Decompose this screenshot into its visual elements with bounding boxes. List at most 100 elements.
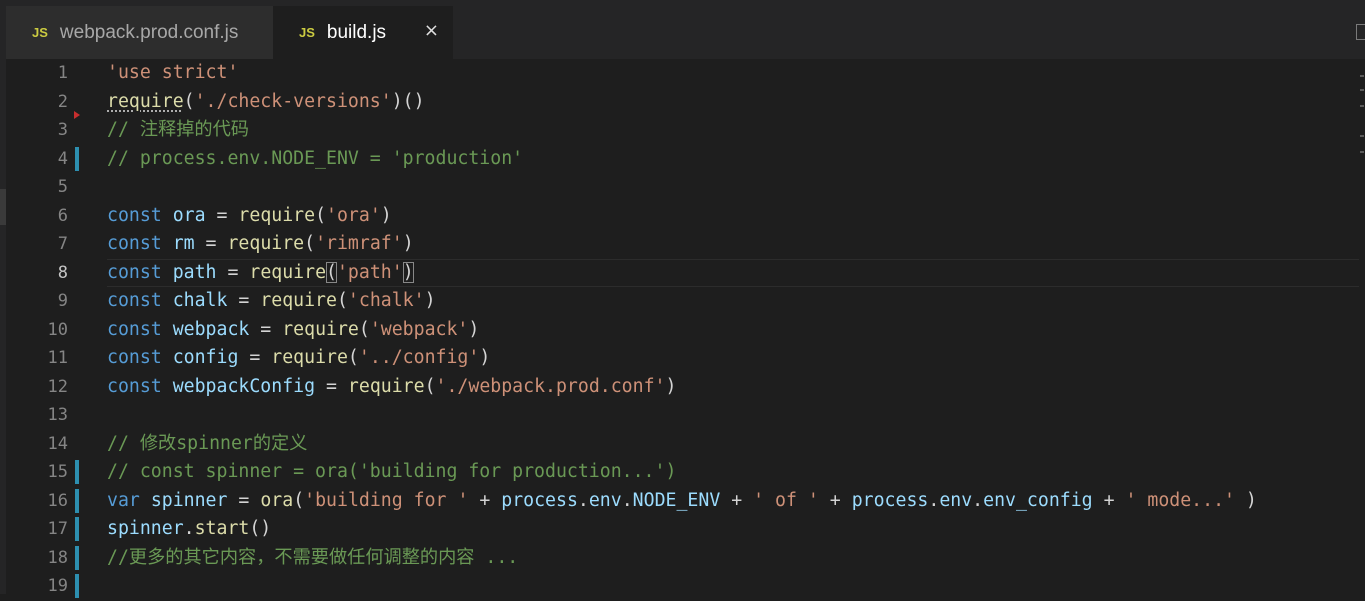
code-editor[interactable]: 1 2 3 4 5 6 7 8 9 10 11 12 13 14 15 16 17 18 19 'use stric…	[0, 59, 1365, 598]
code-line[interactable]	[107, 173, 1359, 202]
code-line[interactable]	[107, 572, 1359, 601]
tab-label: webpack.prod.conf.js	[59, 21, 239, 43]
code-line[interactable]: const config = require('../config')	[107, 344, 1359, 373]
gutter-line: 11	[6, 344, 96, 373]
code-token: )	[424, 290, 436, 311]
line-number: 6	[57, 205, 68, 226]
code-token: (	[358, 318, 370, 340]
code-token: './webpack.prod.conf'	[435, 375, 666, 397]
code-token: (	[293, 489, 305, 511]
code-line[interactable]: const webpack = require('webpack')	[107, 316, 1359, 345]
code-line[interactable]: spinner.start()	[107, 515, 1359, 544]
code-line[interactable]: const chalk = require('chalk')	[107, 287, 1359, 316]
code-token: 'webpack'	[369, 318, 469, 340]
code-line[interactable]: const ora = require('ora')	[107, 202, 1359, 231]
code-area[interactable]: 'use strict' require('./check-versions')(…	[107, 59, 1359, 594]
code-token: )	[1234, 489, 1257, 511]
line-number: 10	[47, 319, 68, 340]
gutter-line: 6	[6, 202, 96, 231]
code-line[interactable]: 'use strict'	[107, 59, 1359, 88]
ruler-mark	[1360, 105, 1364, 107]
line-number: 1	[57, 63, 68, 83]
code-token: const	[107, 375, 173, 397]
tab-label: build.js	[326, 21, 387, 43]
code-line[interactable]: require('./check-versions')()	[107, 88, 1359, 117]
code-token: env	[588, 489, 622, 511]
code-token: // 注释掉的代码	[107, 119, 249, 140]
code-line[interactable]: // process.env.NODE_ENV = 'production'	[107, 145, 1359, 174]
code-token: ' of '	[753, 489, 819, 511]
javascript-file-icon: JS	[299, 25, 315, 40]
code-token: require	[282, 318, 359, 340]
code-token: +	[720, 489, 754, 511]
code-line[interactable]: const path = require('path')	[107, 258, 1359, 287]
gutter-line: 15	[6, 458, 96, 487]
line-number: 12	[47, 376, 68, 397]
gutter-line: 7	[6, 230, 96, 259]
code-token: //更多的其它内容，不需要做任何调整的内容 ...	[107, 546, 519, 568]
code-token: require	[107, 90, 184, 112]
close-icon[interactable]: ×	[424, 20, 439, 41]
code-token: .	[972, 489, 984, 511]
code-token: webpack	[172, 318, 250, 340]
line-number: 4	[57, 148, 68, 169]
code-token: path	[172, 261, 217, 283]
code-token: 'rimraf'	[315, 233, 403, 254]
gutter-line: 18	[6, 544, 96, 573]
split-editor-icon[interactable]	[1356, 24, 1365, 40]
gutter-line: 10	[6, 316, 96, 345]
code-token: =	[205, 204, 239, 226]
code-token: )	[402, 233, 414, 254]
gutter-line: 19	[6, 572, 96, 601]
deleted-line-marker-icon[interactable]	[74, 111, 80, 119]
code-line[interactable]: // 修改spinner的定义	[107, 430, 1359, 459]
code-token: (	[315, 204, 327, 226]
line-number: 15	[47, 462, 68, 482]
line-number: 9	[57, 291, 68, 311]
gutter-line: 3	[6, 111, 96, 145]
gutter-line: 13	[6, 401, 96, 430]
overview-ruler[interactable]	[1359, 59, 1365, 594]
tab-build-js[interactable]: JS build.js ×	[273, 6, 453, 59]
code-token: (	[326, 261, 337, 283]
code-token: require	[238, 204, 316, 226]
gutter-line: 1	[6, 59, 96, 88]
code-token: var	[107, 489, 151, 511]
code-token: =	[227, 489, 261, 511]
line-number: 8	[57, 262, 68, 283]
line-number: 3	[57, 120, 68, 140]
line-number-gutter: 1 2 3 4 5 6 7 8 9 10 11 12 13 14 15 16 17 18 19	[6, 59, 96, 598]
code-line[interactable]: //更多的其它内容，不需要做任何调整的内容 ...	[107, 544, 1359, 573]
code-token: process	[851, 489, 929, 511]
modified-line-indicator[interactable]	[75, 517, 79, 541]
code-token: // const spinner = ora('building for pro…	[107, 461, 677, 482]
code-line[interactable]: const webpackConfig = require('./webpack…	[107, 373, 1359, 402]
code-line[interactable]	[107, 401, 1359, 430]
code-token: =	[315, 375, 348, 397]
code-line[interactable]: const rm = require('rimraf')	[107, 230, 1359, 259]
code-token: )	[468, 318, 480, 340]
code-token: (	[347, 347, 359, 368]
gutter-line: 8	[6, 259, 96, 288]
code-token: // process.env.NODE_ENV = 'production'	[107, 147, 524, 169]
code-token: require	[260, 290, 337, 311]
code-line[interactable]: var spinner = ora('building for ' + proc…	[107, 487, 1359, 516]
code-token: start	[194, 518, 250, 539]
code-line[interactable]: // 注释掉的代码	[107, 116, 1359, 145]
code-line[interactable]: // const spinner = ora('building for pro…	[107, 458, 1359, 487]
modified-line-indicator[interactable]	[75, 146, 79, 171]
modified-line-indicator[interactable]	[75, 574, 79, 598]
ruler-mark	[1360, 135, 1364, 137]
modified-line-indicator[interactable]	[75, 460, 79, 484]
tab-webpack-prod-conf[interactable]: JS webpack.prod.conf.js	[6, 6, 273, 59]
code-token: 'chalk'	[347, 290, 425, 311]
modified-line-indicator[interactable]	[75, 488, 79, 513]
modified-line-indicator[interactable]	[75, 545, 79, 570]
code-token: config	[172, 347, 239, 368]
code-token: =	[216, 261, 250, 283]
code-token: const	[107, 290, 173, 311]
gutter-line: 17	[6, 515, 96, 544]
code-token: =	[249, 318, 283, 340]
code-token: (	[424, 375, 436, 397]
code-token: env_config	[983, 489, 1093, 511]
